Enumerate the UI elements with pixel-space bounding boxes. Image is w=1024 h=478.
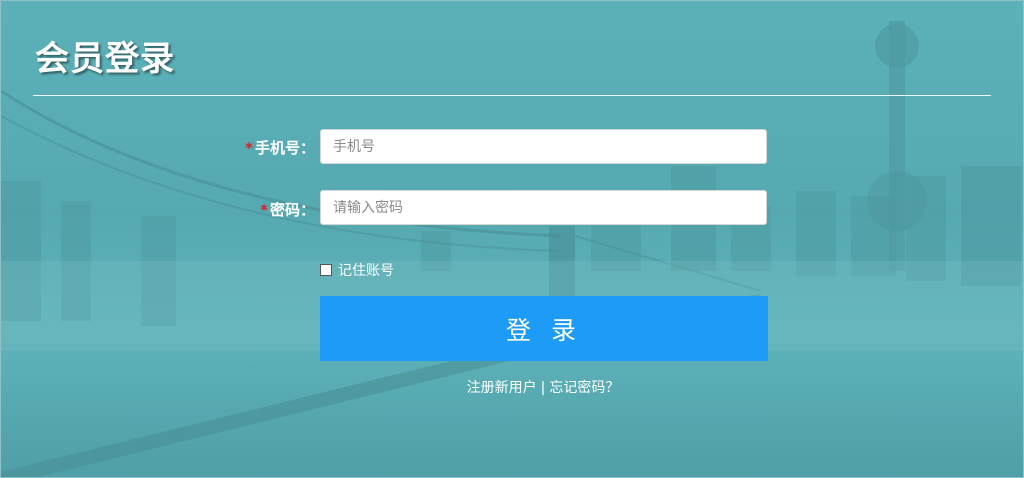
required-mark: * — [260, 201, 268, 219]
password-label: 密码： — [269, 201, 315, 219]
password-label-row: * 密码： — [260, 199, 315, 220]
title-divider — [33, 95, 991, 96]
page-title: 会员登录 — [35, 39, 175, 79]
link-separator: | — [540, 380, 546, 396]
remember-label[interactable]: 记住账号 — [338, 260, 394, 280]
register-link[interactable]: 注册新用户 — [467, 380, 537, 396]
remember-checkbox[interactable] — [320, 264, 332, 276]
footer-links: 注册新用户 | 忘记密码？ — [1, 377, 1023, 397]
forgot-password-link[interactable]: 忘记密码？ — [549, 380, 619, 396]
tv-tower-sphere — [867, 171, 927, 231]
remember-account-row[interactable]: 记住账号 — [320, 260, 394, 280]
phone-input[interactable] — [320, 129, 767, 164]
login-page: 会员登录 *手机号： *密码： 记住账号 登 录 注册新用户|忘记密码？ — [0, 0, 1024, 478]
required-mark: * — [245, 139, 253, 157]
password-input[interactable] — [320, 190, 767, 225]
login-button[interactable]: 登 录 — [320, 296, 768, 361]
phone-label-row: * 手机号： — [245, 137, 315, 158]
tv-tower-sphere — [875, 24, 919, 68]
phone-label: 手机号： — [254, 139, 315, 157]
